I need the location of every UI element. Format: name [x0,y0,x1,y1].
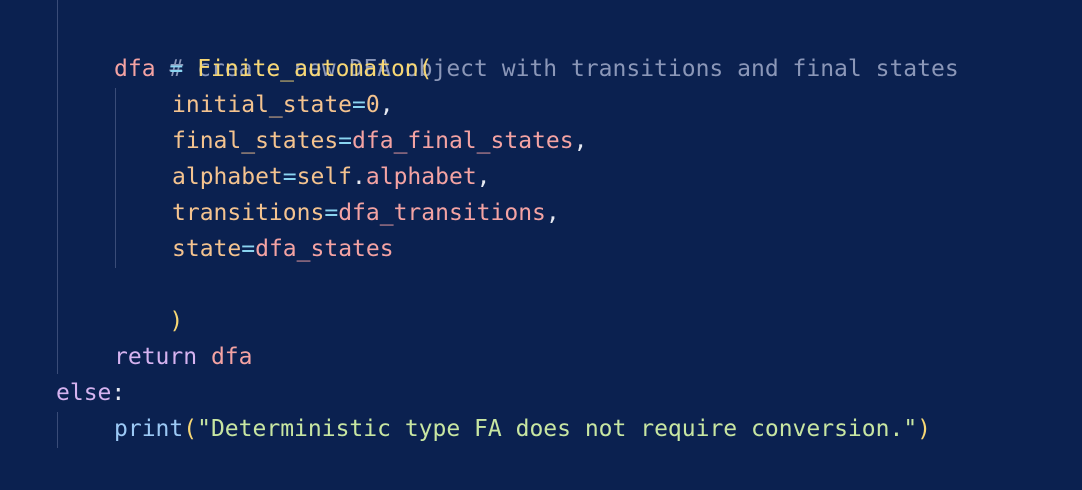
arg-name: state [172,236,242,262]
arg-name: final_states [172,128,339,154]
code-line-return[interactable]: return dfa [114,339,253,375]
assign-operator: = [155,56,198,82]
code-line-arg-transitions[interactable]: transitions=dfa_transitions, [172,195,560,231]
code-line-arg-final-states[interactable]: final_states=dfa_final_states, [172,123,587,159]
code-editor[interactable]: # create new DFA object with transitions… [0,0,1082,490]
print-string: "Deterministic type FA does not require … [197,416,918,442]
print-function: print [114,416,184,442]
print-open-paren: ( [183,416,198,442]
arg-equals: = [282,164,297,190]
indent-guide-else [57,412,58,448]
code-line-else[interactable]: else: [56,375,125,411]
arg-equals: = [241,236,256,262]
arg-name: initial_state [172,92,353,118]
else-keyword: else [56,380,112,406]
code-line-print[interactable]: print("Deterministic type FA does not re… [114,411,931,447]
arg-name: transitions [172,200,325,226]
code-line-comment[interactable]: # create new DFA object with transitions… [114,15,958,82]
arg-comma: , [545,200,560,226]
arg-comma: , [379,92,394,118]
dot-operator: . [352,164,366,190]
close-paren: ) [169,308,184,334]
code-line-assignment[interactable]: dfa = Finite_automaton( [114,51,433,87]
code-line-arg-initial-state[interactable]: initial_state=0, [172,87,394,123]
open-paren: ( [418,56,433,82]
print-close-paren: ) [917,416,932,442]
arg-value: 0 [365,92,380,118]
arg-comma: , [476,164,491,190]
arg-value: dfa_states [255,236,394,262]
return-keyword: return [114,344,198,370]
arg-value: alphabet [365,164,477,190]
code-line-arg-state[interactable]: state=dfa_states [172,231,394,267]
arg-comma: , [573,128,588,154]
self-keyword: self [296,164,353,190]
dfa-variable: dfa [114,56,156,82]
arg-equals: = [324,200,339,226]
indent-guide-outer [57,0,58,374]
class-name: Finite_automaton [197,56,419,82]
arg-equals: = [338,128,353,154]
arg-equals: = [352,92,366,118]
arg-value: dfa_final_states [352,128,574,154]
arg-value: dfa_transitions [338,200,546,226]
code-line-arg-alphabet[interactable]: alphabet=self.alphabet, [172,159,491,195]
arg-name: alphabet [172,164,283,190]
return-value: dfa [210,344,253,370]
code-line-close-paren[interactable]: ) [114,267,183,334]
else-colon: : [111,380,126,406]
